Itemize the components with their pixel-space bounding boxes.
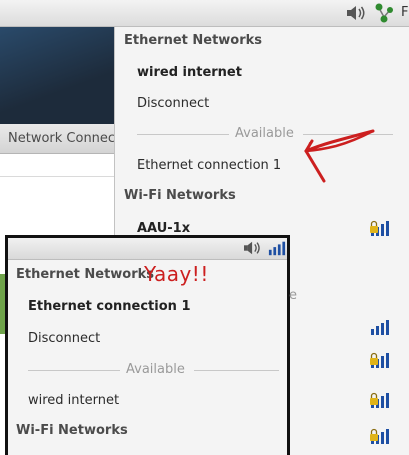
signal-secured-icon bbox=[369, 350, 391, 374]
ethernet-networks-header: Ethernet Networks bbox=[124, 33, 263, 48]
desktop-glow bbox=[0, 27, 120, 127]
disconnect-menu-item[interactable]: Disconnect bbox=[137, 96, 409, 111]
signal-secured-icon bbox=[369, 218, 391, 242]
speaker-volume-icon[interactable] bbox=[243, 239, 263, 261]
top-panel: F bbox=[0, 0, 409, 27]
signal-icon bbox=[369, 317, 391, 341]
red-arrow-annotation bbox=[304, 129, 375, 183]
inset-active-ethernet-connection[interactable]: Ethernet connection 1 bbox=[28, 299, 191, 314]
signal-secured-icon bbox=[369, 426, 391, 450]
wifi-networks-header: Wi-Fi Networks bbox=[124, 188, 236, 203]
partial-available-text: e bbox=[289, 288, 297, 303]
inset-available-ethernet-item[interactable]: wired internet bbox=[28, 393, 119, 408]
inset-available-label: Available bbox=[126, 362, 185, 377]
network-connected-icon[interactable] bbox=[374, 2, 396, 28]
separator-left bbox=[137, 134, 229, 135]
speaker-volume-icon[interactable] bbox=[346, 3, 368, 27]
inset-top-panel bbox=[8, 238, 287, 260]
inset-wifi-networks-header: Wi-Fi Networks bbox=[16, 423, 128, 438]
inset-ethernet-networks-header: Ethernet Networks bbox=[16, 267, 155, 282]
inset-disconnect-menu-item[interactable]: Disconnect bbox=[28, 331, 100, 346]
inset-separator-left bbox=[28, 370, 120, 371]
active-ethernet-connection[interactable]: wired internet bbox=[137, 65, 409, 80]
inset-screenshot: Ethernet Networks Yaay!! Ethernet connec… bbox=[5, 235, 290, 455]
window-title[interactable]: Network Connect bbox=[0, 124, 130, 154]
window-divider bbox=[0, 176, 130, 177]
inset-separator-right bbox=[194, 370, 279, 371]
panel-overflow-text: F bbox=[401, 5, 409, 20]
yaay-annotation: Yaay!! bbox=[144, 262, 209, 286]
signal-secured-icon bbox=[369, 390, 391, 414]
wifi-signal-icon[interactable] bbox=[267, 239, 287, 261]
